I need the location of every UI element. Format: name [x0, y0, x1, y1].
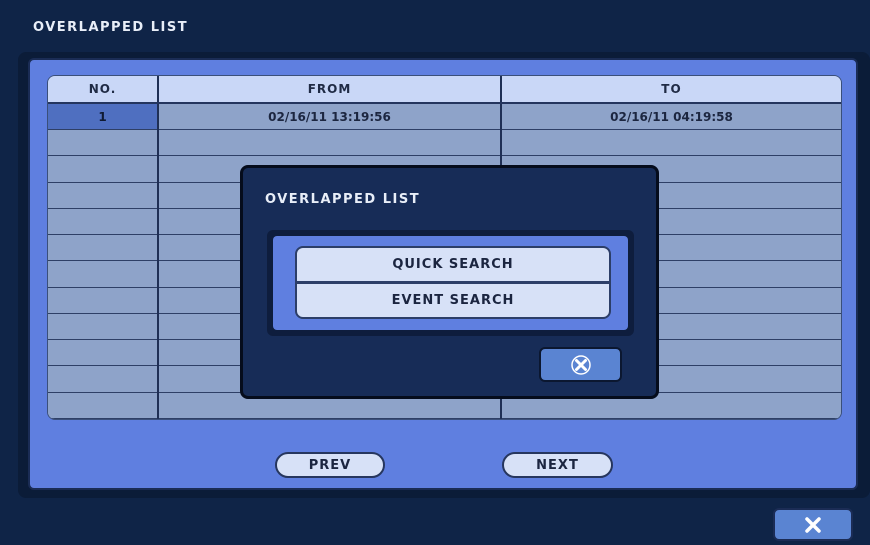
dialog-close-button[interactable]: [539, 347, 622, 382]
next-button[interactable]: NEXT: [502, 452, 613, 478]
cell-no: [48, 155, 159, 183]
cell-no: [48, 208, 159, 236]
cell-no: [48, 313, 159, 341]
cell-no: [48, 339, 159, 367]
cell-no: [48, 234, 159, 262]
close-x-icon: [805, 516, 821, 533]
cell-no: [48, 287, 159, 314]
quick-search-button[interactable]: QUICK SEARCH: [295, 246, 611, 283]
cell-no: [48, 129, 159, 157]
cell-from: 02/16/11 13:19:56: [158, 103, 502, 131]
cell-from: [158, 129, 502, 157]
event-search-button[interactable]: EVENT SEARCH: [295, 282, 611, 319]
column-header-from: FROM: [158, 76, 502, 104]
cell-no: [48, 365, 159, 393]
dialog-title: OVERLAPPED LIST: [265, 192, 421, 207]
column-header-no: NO.: [48, 76, 159, 104]
cell-no: [48, 392, 159, 419]
column-header-to: TO: [501, 76, 841, 104]
table-row[interactable]: 1 02/16/11 13:19:56 02/16/11 04:19:58: [48, 103, 841, 131]
overlapped-list-dialog: OVERLAPPED LIST QUICK SEARCH EVENT SEARC…: [240, 165, 659, 399]
close-x-icon: [570, 354, 591, 375]
cell-no: 1: [48, 103, 159, 131]
dialog-options-frame: QUICK SEARCH EVENT SEARCH: [267, 230, 634, 336]
window-title: OVERLAPPED LIST: [33, 20, 189, 35]
cell-no: [48, 182, 159, 209]
prev-button[interactable]: PREV: [275, 452, 385, 478]
dialog-options-panel: QUICK SEARCH EVENT SEARCH: [273, 236, 628, 330]
table-row[interactable]: [48, 129, 841, 157]
cell-no: [48, 260, 159, 288]
cell-to: 02/16/11 04:19:58: [501, 103, 841, 131]
cell-to: [501, 129, 841, 157]
close-button[interactable]: [773, 508, 853, 541]
